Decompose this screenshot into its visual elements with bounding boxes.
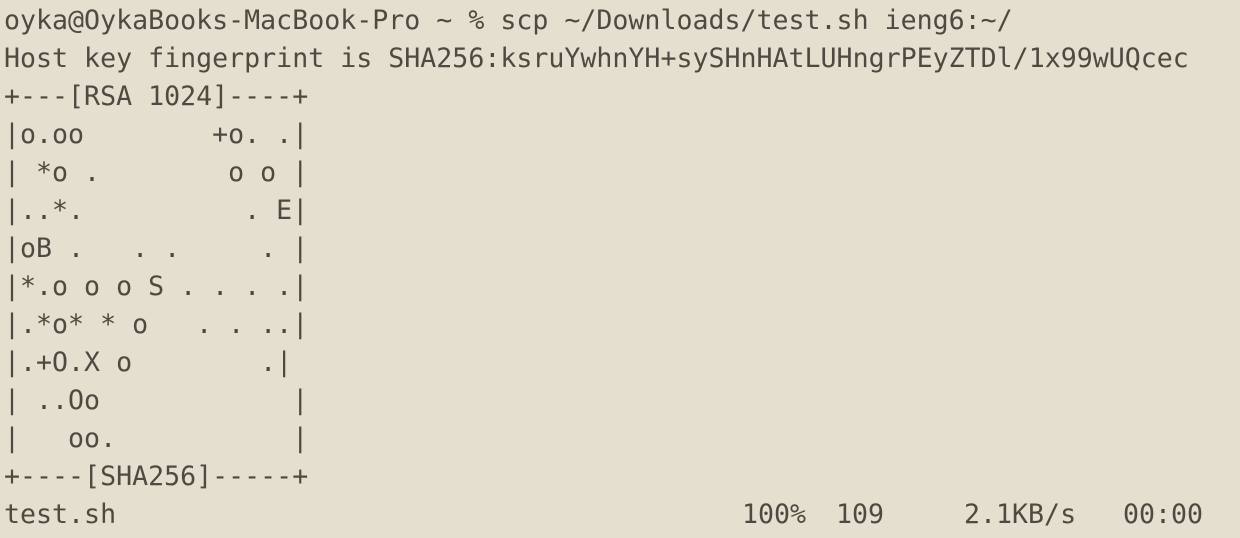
- transfer-percent: 100%: [742, 499, 807, 530]
- transfer-size: 109: [836, 499, 885, 530]
- randomart-row: |o.oo +o. .|: [4, 119, 309, 150]
- fingerprint-line: Host key fingerprint is SHA256:ksruYwhnY…: [4, 43, 1189, 74]
- transfer-rate: 2.1KB/s: [964, 499, 1077, 530]
- command-line: oyka@OykaBooks-MacBook-Pro ~ % scp ~/Dow…: [4, 5, 1013, 36]
- randomart-row: | oo. |: [4, 423, 309, 454]
- randomart-row: |oB . . . . |: [4, 233, 309, 264]
- transfer-eta: 00:00: [1123, 499, 1204, 530]
- randomart-row: | *o . o o |: [4, 157, 309, 188]
- terminal-window[interactable]: oyka@OykaBooks-MacBook-Pro ~ % scp ~/Dow…: [0, 0, 1240, 538]
- randomart-border-top: +---[RSA 1024]----+: [4, 81, 309, 112]
- randomart-row: | ..Oo |: [4, 385, 309, 416]
- transfer-file-name: test.sh: [4, 499, 117, 530]
- randomart-row: |..*. . E|: [4, 195, 309, 226]
- transfer-progress-line: test.sh 100% 109 2.1KB/s 00:00: [4, 496, 1240, 534]
- randomart-row: |*.o o o S . . . .|: [4, 271, 309, 302]
- randomart-row: |.+O.X o .|: [4, 347, 293, 378]
- randomart-border-bottom: +----[SHA256]-----+: [4, 461, 309, 492]
- randomart-row: |.*o* * o . . ..|: [4, 309, 309, 340]
